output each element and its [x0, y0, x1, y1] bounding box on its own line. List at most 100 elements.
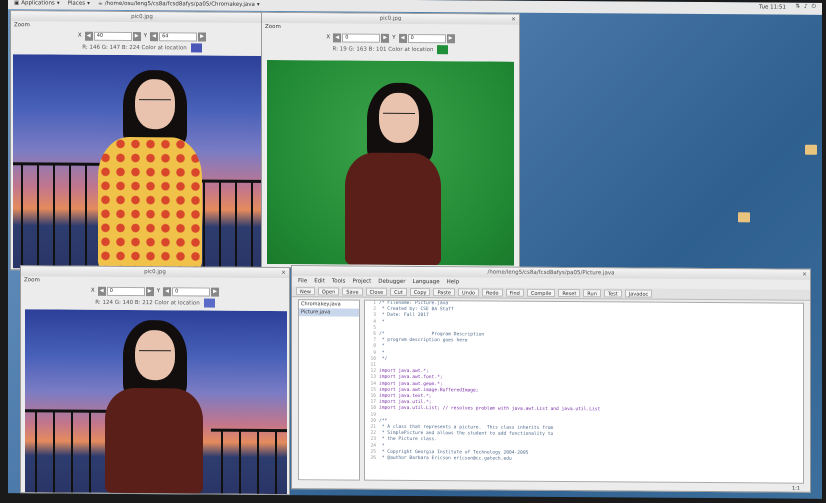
window-titlebar[interactable]: pic0.jpg ×: [21, 266, 289, 279]
menu-debugger[interactable]: Debugger: [378, 279, 405, 285]
pier-post: [89, 411, 91, 493]
color-readout: R: 19 G: 163 B: 101 Color at location: [262, 43, 519, 56]
arrow-right-icon[interactable]: ▶: [198, 31, 207, 42]
reset-button[interactable]: Reset: [558, 289, 581, 298]
code-text: * Date: Fall 2017: [379, 313, 429, 319]
pier-deck: [25, 409, 115, 413]
pier-post: [53, 411, 55, 493]
arrow-right-icon[interactable]: ▶: [381, 33, 390, 43]
code-text: *: [379, 319, 385, 325]
window-titlebar[interactable]: pic0.jpg ×: [11, 11, 273, 24]
x-stepper[interactable]: ◀ 0 ▶: [97, 286, 154, 296]
close-icon[interactable]: ×: [281, 268, 286, 278]
pier-post: [221, 430, 223, 494]
picture-window-3[interactable]: pic0.jpg × Zoom X ◀ 0 ▶ Y ◀ 0 ▶ R: 124 G…: [20, 265, 290, 496]
applications-menu[interactable]: ▣ Applications ▾: [14, 0, 60, 6]
test-button[interactable]: Test: [603, 289, 622, 298]
y-input[interactable]: 0: [407, 33, 446, 43]
close-icon[interactable]: ×: [511, 15, 516, 25]
paste-button[interactable]: Paste: [433, 288, 455, 297]
desktop-screen: ▣ Applications ▾ Places ▾ ☕ /home/osu/le…: [8, 0, 822, 499]
person-glasses: [383, 112, 415, 114]
cursor-position: 1:1: [791, 485, 800, 492]
code-text: * the Picture class.: [379, 437, 438, 443]
picture-window-2[interactable]: pic0.jpg × Zoom X ◀ 0 ▶ Y ◀ 0 ▶ R: 19 G:…: [261, 11, 520, 270]
arrow-left-icon[interactable]: ◀: [97, 286, 106, 296]
javadoc-button[interactable]: Javadoc: [624, 289, 653, 298]
arrow-right-icon[interactable]: ▶: [145, 286, 154, 296]
save-button[interactable]: Save: [342, 287, 363, 296]
arrow-left-icon[interactable]: ◀: [333, 32, 342, 42]
pier-post: [257, 430, 259, 494]
color-swatch: [203, 298, 215, 308]
x-input[interactable]: 40: [93, 31, 132, 41]
pier-post: [203, 181, 205, 270]
menu-tools[interactable]: Tools: [332, 278, 346, 284]
arrow-right-icon[interactable]: ▶: [446, 33, 455, 43]
code-text: */: [379, 356, 388, 362]
close-button[interactable]: Close: [365, 287, 388, 296]
folder-icon[interactable]: [805, 144, 817, 155]
code-area[interactable]: 1/* Filename: Picture.java 2 * Created by…: [364, 299, 804, 484]
undo-button[interactable]: Undo: [457, 288, 480, 297]
x-stepper[interactable]: ◀ 0 ▶: [333, 32, 390, 43]
open-button[interactable]: Open: [317, 287, 340, 296]
person-face: [379, 92, 419, 144]
x-input[interactable]: 0: [342, 32, 381, 43]
arrow-left-icon[interactable]: ◀: [84, 31, 93, 41]
system-tray[interactable]: ⇅ ♪ ⏻: [796, 4, 816, 11]
arrow-right-icon[interactable]: ▶: [132, 31, 141, 41]
close-icon[interactable]: ×: [802, 270, 807, 280]
menu-file[interactable]: File: [298, 278, 307, 284]
x-input[interactable]: 0: [106, 286, 145, 296]
run-button[interactable]: Run: [583, 289, 601, 298]
y-input[interactable]: 0: [172, 286, 211, 297]
person-sweater: [345, 152, 441, 266]
menu-project[interactable]: Project: [352, 279, 371, 285]
copy-button[interactable]: Copy: [409, 287, 431, 297]
y-stepper[interactable]: ◀ 0 ▶: [398, 33, 455, 43]
arrow-right-icon[interactable]: ▶: [211, 287, 220, 297]
new-button[interactable]: New: [296, 287, 315, 296]
picture-canvas[interactable]: [267, 59, 514, 266]
picture-window-1[interactable]: pic0.jpg × Zoom X ◀ 40 ▶ Y ◀ 64 ▶ R: 146…: [10, 10, 274, 273]
menu-language[interactable]: Language: [413, 279, 440, 285]
person-glasses: [139, 350, 171, 352]
pier-post: [21, 164, 23, 269]
person-patterned-sweater: [98, 136, 202, 270]
power-icon: ⏻: [811, 3, 816, 10]
window-titlebar[interactable]: pic0.jpg ×: [262, 12, 519, 25]
pier-post: [235, 181, 237, 270]
applications-icon: ▣: [14, 0, 20, 7]
picture-canvas[interactable]: [13, 54, 271, 270]
pier-post: [53, 164, 55, 269]
arrow-left-icon[interactable]: ◀: [398, 33, 407, 43]
arrow-left-icon[interactable]: ◀: [163, 286, 172, 296]
y-stepper[interactable]: ◀ 64 ▶: [150, 31, 207, 42]
folder-icon[interactable]: [738, 212, 750, 223]
picture-canvas[interactable]: [25, 309, 287, 495]
person-face: [135, 79, 175, 130]
pier-post: [69, 164, 71, 269]
x-stepper[interactable]: ◀ 40 ▶: [84, 31, 141, 41]
y-stepper[interactable]: ◀ 0 ▶: [163, 286, 220, 297]
redo-button[interactable]: Redo: [482, 288, 503, 297]
code-text: * @author Barbara Ericson ericson@cc.gat…: [379, 455, 512, 462]
menu-edit[interactable]: Edit: [314, 278, 325, 284]
compile-button[interactable]: Compile: [526, 288, 556, 297]
pier-deck: [13, 162, 108, 166]
cut-button[interactable]: Cut: [390, 287, 407, 296]
editor-toolbar: New Open Save Close Cut Copy Paste Undo …: [292, 286, 810, 301]
active-window-menu[interactable]: ☕ /home/osu/leng5/cs8a/fcsd8afys/pa05/Ch…: [98, 1, 260, 8]
code-editor-window[interactable]: /home/leng5/cs8a/fcsd8afys/pa05/Picture.…: [291, 265, 811, 493]
clock[interactable]: Tue 11:51: [759, 4, 786, 10]
menu-help[interactable]: Help: [447, 279, 460, 285]
find-button[interactable]: Find: [505, 288, 524, 297]
arrow-left-icon[interactable]: ◀: [150, 31, 159, 41]
places-menu[interactable]: Places ▾: [68, 1, 90, 7]
y-input[interactable]: 64: [159, 31, 198, 41]
person-glasses: [139, 99, 171, 101]
color-swatch: [437, 45, 449, 55]
person-sweater: [105, 387, 203, 494]
file-item-picture[interactable]: Picture.java: [299, 308, 359, 317]
